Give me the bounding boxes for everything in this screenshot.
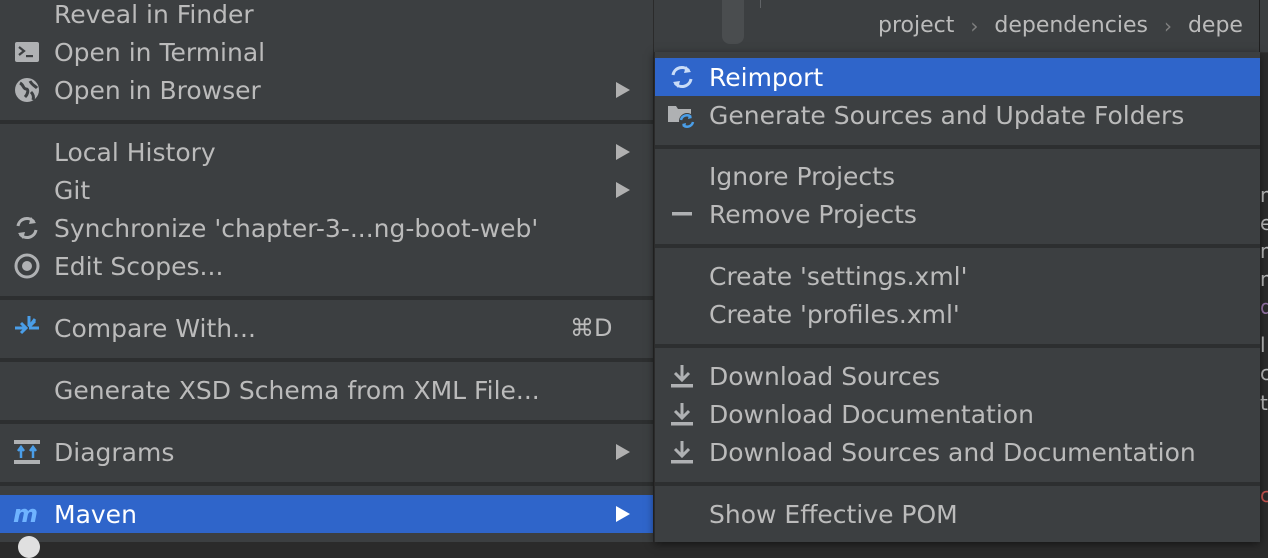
menu-item-show-effective-pom[interactable]: Show Effective POM [655, 495, 1260, 533]
menu-item-generate-xsd[interactable]: Generate XSD Schema from XML File... [0, 371, 653, 409]
menu-item-diagrams[interactable]: Diagrams [0, 433, 653, 471]
menu-item-label: Edit Scopes... [54, 251, 224, 281]
submenu-arrow-icon [616, 144, 630, 160]
svg-text:m: m [13, 502, 38, 526]
menu-item-download-documentation[interactable]: Download Documentation [655, 395, 1260, 433]
menu-item-label: Synchronize 'chapter-3-...ng-boot-web' [54, 213, 539, 243]
maven-icon: m [12, 499, 42, 529]
menu-separator [655, 482, 1260, 486]
editor-glyph: c [1260, 364, 1268, 382]
download-icon [667, 399, 697, 429]
menu-item-synchronize[interactable]: Synchronize 'chapter-3-...ng-boot-web' [0, 209, 653, 247]
menu-item-download-sources-and-documentation[interactable]: Download Sources and Documentation [655, 433, 1260, 471]
download-icon [667, 437, 697, 467]
menu-item-label: Open in Browser [54, 75, 261, 105]
download-icon [667, 361, 697, 391]
editor-scroll-thumb[interactable] [722, 0, 744, 44]
menu-item-reimport[interactable]: Reimport [655, 58, 1260, 96]
menu-item-label: Maven [54, 499, 137, 529]
menu-separator [0, 482, 653, 486]
menu-item-git[interactable]: Git [0, 171, 653, 209]
breadcrumb-item-dependencies[interactable]: dependencies [994, 13, 1148, 38]
menu-item-generate-sources[interactable]: Generate Sources and Update Folders [655, 96, 1260, 134]
menu-item-label: Open in Terminal [54, 37, 266, 67]
menu-item-label: Remove Projects [709, 199, 917, 229]
reimport-icon [667, 62, 697, 92]
menu-item-label: Reimport [709, 62, 824, 92]
menu-item-label: Create 'settings.xml' [709, 261, 968, 291]
submenu-arrow-icon [616, 82, 630, 98]
menu-item-label: Generate XSD Schema from XML File... [54, 375, 540, 405]
menu-separator [0, 358, 653, 362]
breadcrumb-chevron-icon: › [970, 13, 979, 38]
globe-icon [12, 75, 42, 105]
menu-item-label: Reveal in Finder [54, 0, 254, 29]
menu-separator [0, 296, 653, 300]
menu-item-local-history[interactable]: Local History [0, 133, 653, 171]
menu-item-open-in-browser[interactable]: Open in Browser [0, 71, 653, 109]
menu-item-open-in-terminal[interactable]: Open in Terminal [0, 33, 653, 71]
menu-item-label: Create 'profiles.xml' [709, 299, 960, 329]
terminal-icon [12, 37, 42, 67]
next-item-icon [18, 536, 40, 558]
submenu-arrow-icon [616, 506, 630, 522]
minus-icon [667, 199, 697, 229]
menu-separator [0, 420, 653, 424]
editor-glyph: l [1260, 336, 1266, 354]
editor-glyph: m [1260, 270, 1268, 288]
menu-item-download-sources[interactable]: Download Sources [655, 357, 1260, 395]
menu-item-label: Show Effective POM [709, 499, 958, 529]
menu-item-reveal-in-finder[interactable]: Reveal in Finder [0, 0, 653, 33]
menu-item-edit-scopes[interactable]: Edit Scopes... [0, 247, 653, 285]
menu-item-remove-projects[interactable]: Remove Projects [655, 195, 1260, 233]
breadcrumb-chevron-icon: › [1163, 13, 1172, 38]
compare-icon [12, 313, 42, 343]
menu-item-label: Diagrams [54, 437, 175, 467]
diagram-icon [12, 437, 42, 467]
editor-glyph: g [1260, 298, 1268, 316]
menu-item-label: Compare With... [54, 313, 256, 343]
submenu-arrow-icon [616, 444, 630, 460]
shortcut-label: ⌘D [570, 314, 613, 342]
breadcrumb-item-project[interactable]: project [878, 13, 954, 38]
breadcrumb: project › dependencies › depe [878, 13, 1243, 38]
scope-icon [12, 251, 42, 281]
sync-icon [12, 213, 42, 243]
menu-item-label: Local History [54, 137, 216, 167]
generate-sources-icon [667, 100, 697, 130]
editor-glyph: c [1260, 486, 1268, 504]
menu-item-label: Generate Sources and Update Folders [709, 100, 1185, 130]
menu-item-label: Download Documentation [709, 399, 1034, 429]
menu-separator [655, 244, 1260, 248]
menu-item-label: Ignore Projects [709, 161, 895, 191]
menu-item-create-settings-xml[interactable]: Create 'settings.xml' [655, 257, 1260, 295]
menu-item-label: Download Sources and Documentation [709, 437, 1196, 467]
maven-submenu: Reimport Generate Sources and Update Fol… [654, 52, 1260, 542]
breadcrumb-item-depe[interactable]: depe [1188, 13, 1243, 38]
menu-item-ignore-projects[interactable]: Ignore Projects [655, 157, 1260, 195]
menu-separator [0, 120, 653, 124]
menu-item-label: Git [54, 175, 91, 205]
editor-glyph: m [1260, 242, 1268, 260]
menu-separator [655, 344, 1260, 348]
menu-item-create-profiles-xml[interactable]: Create 'profiles.xml' [655, 295, 1260, 333]
menu-separator [655, 145, 1260, 149]
project-context-menu: Reveal in Finder Open in Terminal Open i… [0, 0, 654, 558]
menu-item-compare-with[interactable]: Compare With... ⌘D [0, 309, 653, 347]
gutter-divider [760, 0, 761, 8]
menu-item-label: Download Sources [709, 361, 941, 391]
editor-glyph: t [1260, 394, 1268, 412]
editor-glyph: m [1260, 186, 1268, 204]
editor-glyph: e [1260, 214, 1268, 232]
menu-item-maven[interactable]: m Maven [0, 495, 653, 533]
submenu-arrow-icon [616, 182, 630, 198]
